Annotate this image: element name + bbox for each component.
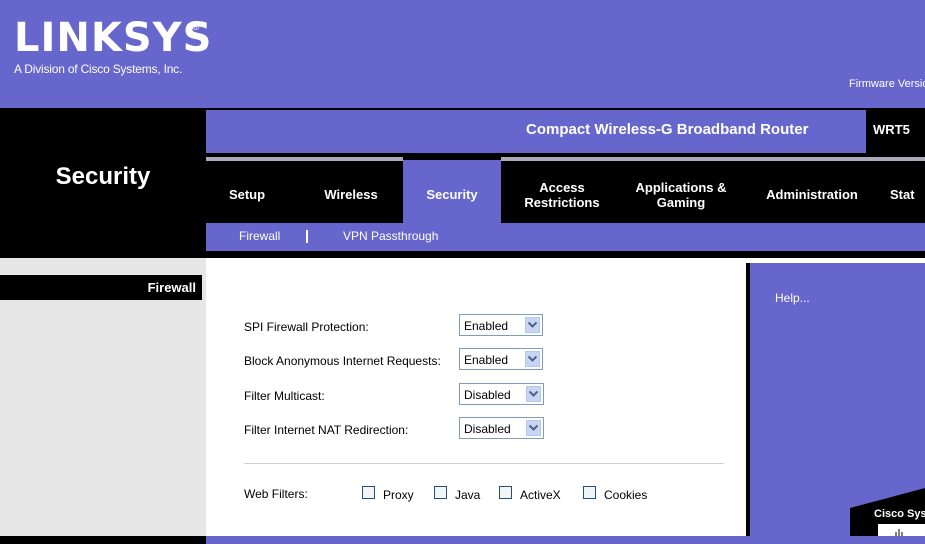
page-title: Security [55, 163, 151, 190]
filter-multicast-label: Filter Multicast: [244, 389, 325, 403]
cookies-label: Cookies [604, 488, 648, 502]
section-label: Firewall [147, 280, 196, 295]
filter-multicast-select[interactable]: Disabled [459, 383, 544, 405]
help-link[interactable]: Help... [775, 291, 810, 305]
subnav-separator [306, 230, 308, 243]
activex-checkbox[interactable] [499, 486, 512, 499]
logo-subtitle: A Division of Cisco Systems, Inc. [14, 62, 183, 76]
linksys-logo: LINKSYS [14, 15, 213, 61]
filter-nat-label: Filter Internet NAT Redirection: [244, 423, 409, 437]
block-anonymous-select[interactable]: Enabled [459, 348, 543, 370]
chevron-down-icon[interactable] [525, 351, 540, 367]
footer-left [0, 536, 206, 544]
sub-navigation [206, 223, 925, 251]
spi-firewall-value: Enabled [464, 319, 509, 333]
chevron-down-icon[interactable] [526, 420, 541, 436]
subnav-firewall[interactable]: Firewall [239, 229, 280, 243]
registered-mark: ® [192, 22, 200, 33]
tab-wireless[interactable]: Wireless [316, 187, 386, 202]
left-column [0, 258, 206, 544]
activex-label: ActiveX [520, 488, 561, 502]
chevron-down-icon[interactable] [525, 317, 540, 333]
spi-firewall-select[interactable]: Enabled [459, 314, 543, 336]
tab-divider-line [501, 157, 925, 161]
filter-nat-select[interactable]: Disabled [459, 417, 544, 439]
tab-applications-gaming[interactable]: Applications & Gaming [628, 180, 734, 210]
tab-setup[interactable]: Setup [222, 187, 272, 202]
filter-nat-value: Disabled [464, 422, 511, 436]
model-number: WRT5 [873, 122, 910, 137]
footer-bar [206, 536, 925, 544]
proxy-label: Proxy [383, 488, 414, 502]
tab-divider-line [206, 157, 403, 161]
block-anonymous-label: Block Anonymous Internet Requests: [244, 354, 441, 368]
block-anonymous-value: Enabled [464, 353, 509, 367]
product-name: Compact Wireless-G Broadband Router [526, 121, 809, 138]
spi-firewall-label: SPI Firewall Protection: [244, 320, 369, 334]
tab-access-restrictions[interactable]: Access Restrictions [512, 180, 612, 210]
cookies-checkbox[interactable] [583, 486, 596, 499]
subnav-vpn-passthrough[interactable]: VPN Passthrough [343, 229, 438, 243]
tab-status[interactable]: Stat [890, 187, 925, 202]
divider [244, 463, 724, 464]
cisco-logo-text: Cisco Syst [874, 508, 925, 520]
proxy-checkbox[interactable] [362, 486, 375, 499]
tab-administration[interactable]: Administration [752, 187, 872, 202]
java-label: Java [455, 488, 481, 502]
java-checkbox[interactable] [434, 486, 447, 499]
filter-multicast-value: Disabled [464, 388, 511, 402]
web-filters-label: Web Filters: [244, 487, 308, 501]
firmware-version: Firmware Version: [849, 78, 925, 90]
chevron-down-icon[interactable] [526, 386, 541, 402]
tab-security[interactable]: Security [413, 187, 491, 202]
